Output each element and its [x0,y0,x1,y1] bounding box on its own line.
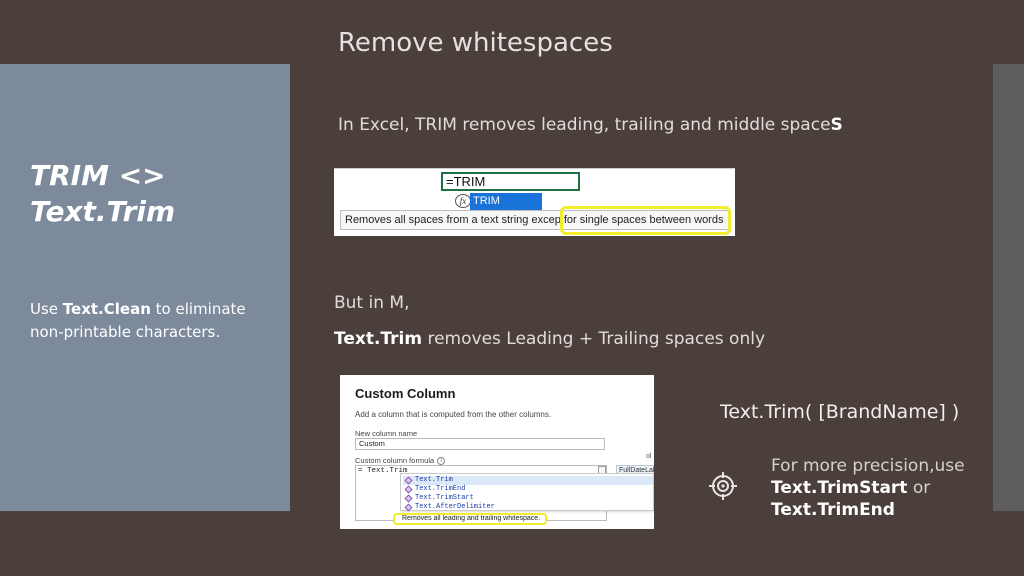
excel-tooltip-text: Removes all spaces from a text string ex… [345,214,561,226]
formula-example: Text.Trim( [BrandName] ) [720,401,960,423]
function-cube-icon [404,485,413,494]
m-description: Text.Trim removes Leading + Trailing spa… [334,329,765,349]
left-panel-note: Use Text.Clean to eliminate non-printabl… [30,298,280,344]
info-icon[interactable]: i [437,457,446,466]
dialog-subtitle: Add a column that is computed from the o… [355,410,552,419]
intellisense-item[interactable]: Text.AfterDelimiter [403,503,653,512]
available-columns-header: ol [646,453,652,460]
slide-title: Remove whitespaces [338,28,613,58]
m-func-rest: removes Leading + Trailing spaces only [422,329,765,349]
excel-description-text: In Excel, TRIM removes leading, trailing… [338,115,831,135]
excel-autocomplete-item[interactable]: TRIM [470,193,542,210]
intellisense-item-label: Text.TrimStart [415,494,474,502]
intellisense-item[interactable]: Text.Trim [403,476,653,485]
fx-icon: fx [455,194,471,208]
function-cube-icon [404,476,413,485]
custom-column-dialog: Custom Column Add a column that is compu… [340,375,654,529]
intellisense-item-label: Text.AfterDelimiter [415,503,495,511]
left-panel-title: TRIM <> Text.Trim [30,158,175,230]
note-pre: Use [30,300,63,318]
precision-mid: or [907,478,931,498]
m-func-bold: Text.Trim [334,329,423,349]
function-cube-icon [404,494,413,503]
dialog-title: Custom Column [355,386,456,401]
intellisense-item[interactable]: Text.TrimEnd [403,485,653,494]
excel-formula-cell[interactable]: =TRIM [441,172,580,191]
excel-description-bold: S [830,115,843,135]
left-title-line2: Text.Trim [30,195,176,228]
precision-bold-trimstart: Text.TrimStart [771,478,908,498]
intellisense-item[interactable]: Text.TrimStart [403,494,653,503]
slide: TRIM <> Text.Trim Use Text.Clean to elim… [0,0,1024,576]
intellisense-list: Text.Trim Text.TrimEnd Text.TrimStart Te… [400,473,654,512]
intellisense-item-label: Text.Trim [415,476,453,484]
column-name-label: New column name [355,429,418,438]
precision-note: For more precision,use Text.TrimStart or… [771,455,991,521]
excel-description: In Excel, TRIM removes leading, trailing… [338,115,843,135]
excel-highlight-box [560,206,731,235]
left-panel [0,64,290,511]
left-title-line1: TRIM <> [30,159,166,192]
column-name-input[interactable]: Custom [355,438,605,450]
excel-screenshot: =TRIM fx TRIM Removes all spaces from a … [334,168,735,236]
formula-label-text: Custom column formula [355,456,435,465]
target-icon [709,472,737,500]
m-intro: But in M, [334,293,410,313]
intellisense-tooltip: Removes all leading and trailing whitesp… [393,513,547,525]
precision-pre: For more precision,use [771,456,965,476]
precision-bold-trimend: Text.TrimEnd [771,500,895,520]
function-cube-icon [404,503,413,512]
right-accent-strip [993,64,1024,511]
intellisense-item-label: Text.TrimEnd [415,485,466,493]
note-bold: Text.Clean [62,300,151,318]
formula-label: Custom column formula i [355,456,446,466]
